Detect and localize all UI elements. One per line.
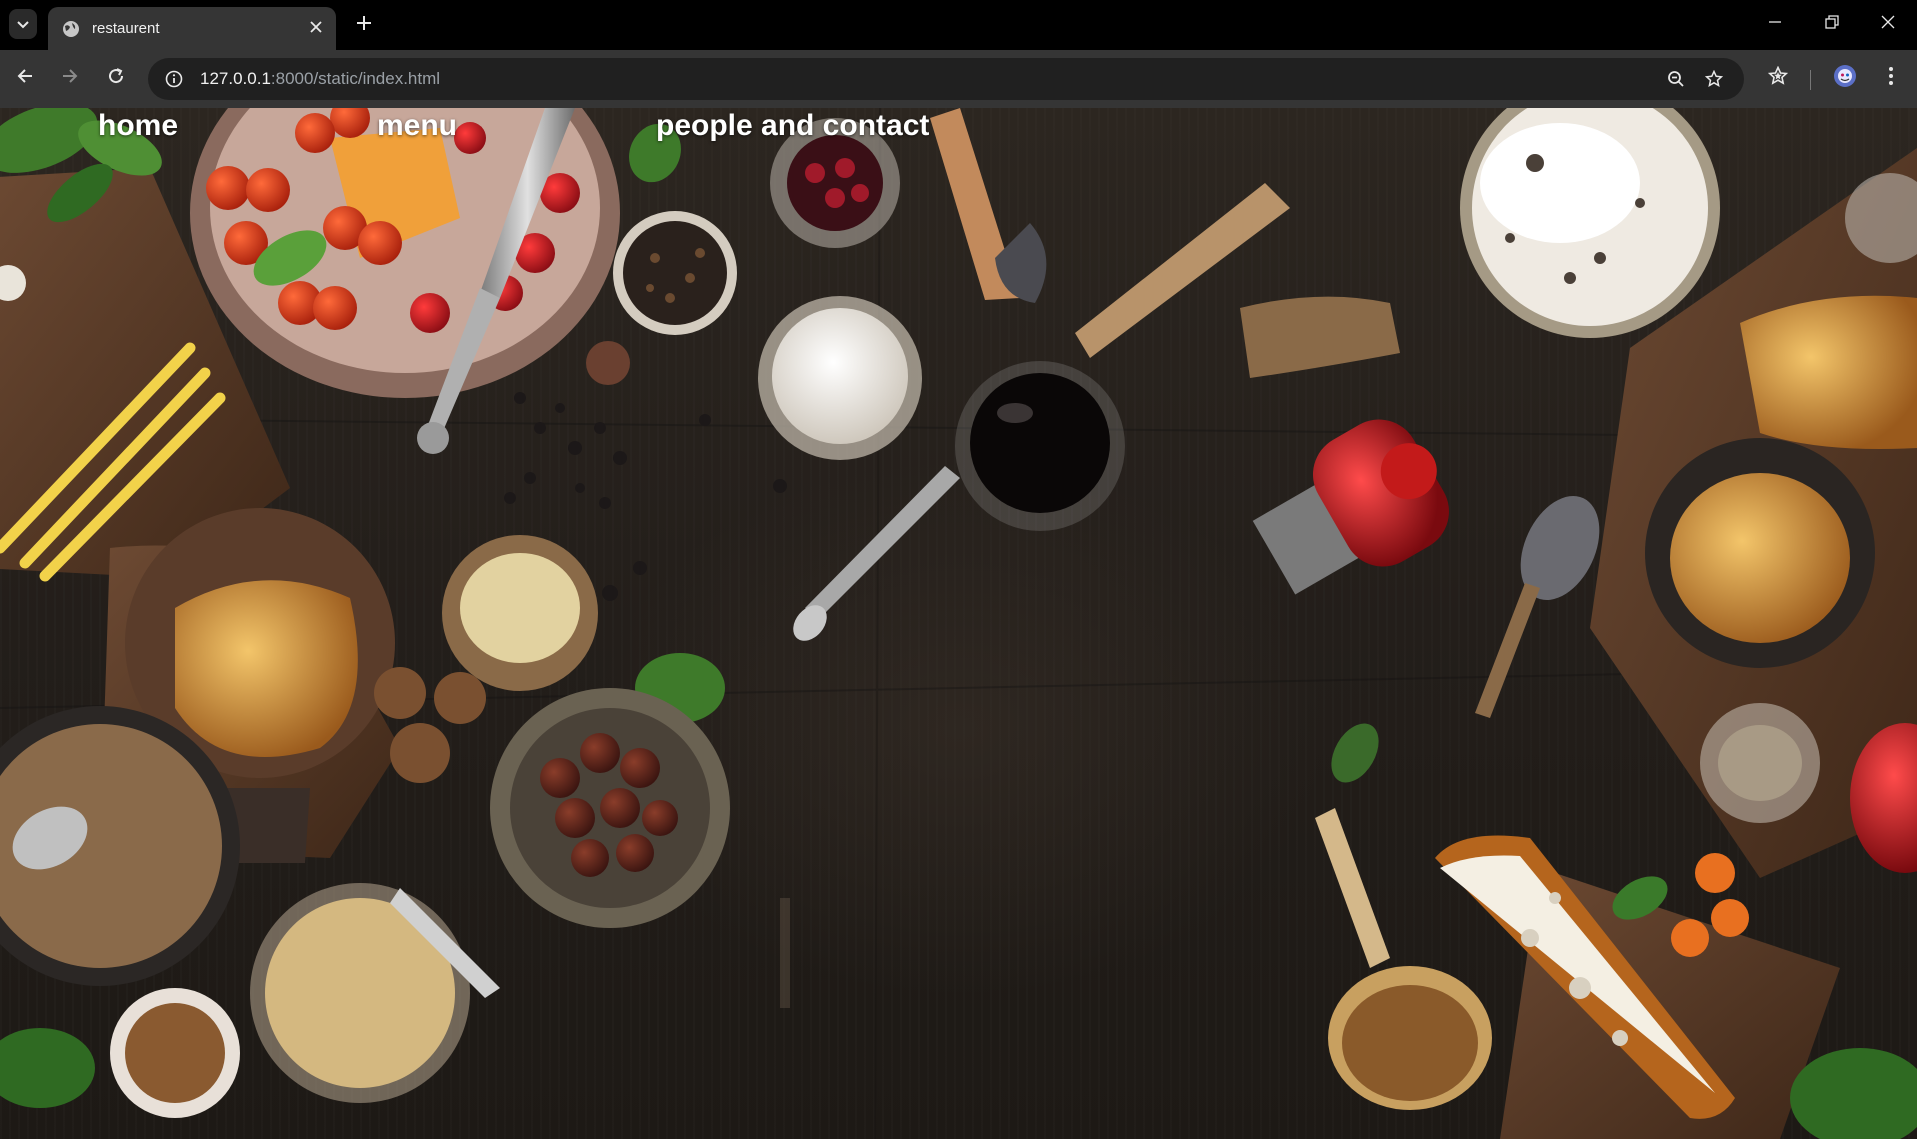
back-button[interactable] — [10, 64, 40, 94]
bookmarks-button[interactable] — [1763, 64, 1793, 94]
url-host: 127.0.0.1 — [200, 69, 271, 88]
close-icon[interactable] — [306, 20, 326, 38]
coffee-beans — [125, 1003, 225, 1103]
nutmeg — [586, 341, 630, 385]
minimize-button[interactable] — [1761, 10, 1789, 38]
nav-people-contact-link[interactable]: people and contact — [656, 108, 929, 144]
toolbar-divider — [1810, 70, 1811, 90]
mushrooms — [1718, 725, 1802, 801]
background-food-image — [0, 108, 1917, 1139]
nav-menu-link[interactable]: menu — [377, 108, 457, 144]
avatar-icon — [1833, 64, 1857, 94]
minimize-icon — [1768, 15, 1782, 34]
chevron-down-icon — [17, 17, 29, 32]
herbs-bottom-right — [1790, 1048, 1917, 1139]
nav-home-link[interactable]: home — [98, 108, 178, 144]
wooden-grinder — [1240, 296, 1400, 378]
knife-handle — [1315, 808, 1390, 968]
reload-icon — [107, 67, 125, 91]
peppercorn-jar — [613, 211, 737, 335]
roasted-bread — [175, 580, 358, 757]
wood-crack — [780, 898, 790, 1008]
fork-end — [417, 422, 449, 454]
page-viewport: home menu people and contact — [0, 108, 1917, 1139]
forward-arrow-icon — [61, 67, 79, 91]
url-path: :8000/static/index.html — [270, 69, 441, 88]
toolbar: 127.0.0.1:8000/static/index.html — [0, 50, 1917, 108]
menu-button[interactable] — [1876, 64, 1906, 94]
tab-search-button[interactable] — [9, 9, 37, 39]
close-icon — [1881, 15, 1895, 34]
spoon-handle — [1475, 583, 1540, 718]
profile-button[interactable] — [1830, 64, 1860, 94]
zoom-out-icon[interactable] — [1664, 67, 1688, 91]
url-text: 127.0.0.1:8000/static/index.html — [200, 69, 440, 89]
coriander-seeds — [1342, 985, 1478, 1101]
bookmarks-icon — [1767, 65, 1789, 92]
star-icon[interactable] — [1702, 67, 1726, 91]
spoon — [805, 466, 960, 618]
forward-button[interactable] — [55, 64, 85, 94]
info-icon[interactable] — [162, 67, 186, 91]
reload-button[interactable] — [101, 64, 131, 94]
herbs-bottom-left — [0, 1028, 95, 1108]
address-bar[interactable]: 127.0.0.1:8000/static/index.html — [148, 58, 1744, 100]
restore-button[interactable] — [1818, 10, 1846, 38]
kebab-menu-icon — [1888, 66, 1894, 92]
tab-strip: restaurent — [0, 0, 1917, 50]
ice-cream-bowl — [1460, 108, 1720, 338]
tab-active[interactable]: restaurent — [48, 7, 336, 50]
wine-glass — [955, 361, 1125, 531]
back-arrow-icon — [16, 67, 34, 91]
bread-loaf — [1740, 295, 1917, 449]
globe-icon — [62, 20, 80, 38]
nuts — [374, 667, 486, 783]
restore-icon — [1825, 14, 1839, 34]
plus-icon — [356, 10, 372, 38]
bread-bun — [1670, 473, 1850, 643]
cream-jar — [758, 296, 922, 460]
tab-title: restaurent — [92, 20, 160, 37]
garlic-bulbs — [460, 553, 580, 663]
basil-leaf — [1331, 723, 1379, 783]
new-tab-button[interactable] — [350, 10, 378, 38]
close-window-button[interactable] — [1874, 10, 1902, 38]
